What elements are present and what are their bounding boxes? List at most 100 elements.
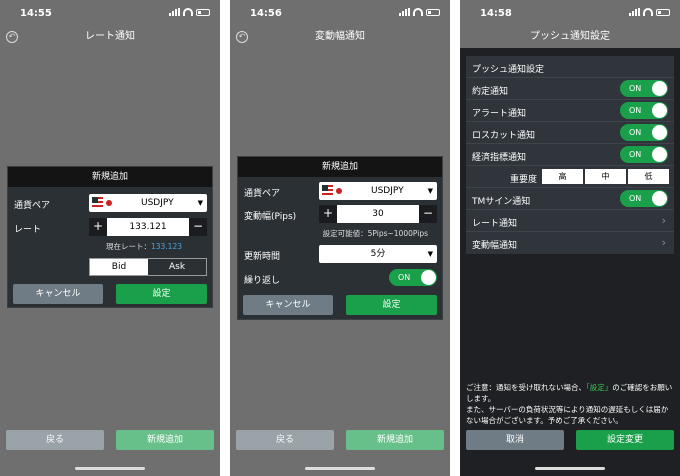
range-alert-link[interactable]: 変動幅通知 › [466, 232, 674, 254]
bid-option[interactable]: Bid [90, 259, 148, 275]
execution-notice-toggle[interactable]: ON [620, 80, 668, 97]
status-bar: 14:58 [460, 0, 680, 26]
note-prefix: ご注意：通知を受け取れない場合、 [466, 383, 586, 392]
wifi-icon [643, 8, 653, 16]
status-bar: 14:56 [230, 0, 450, 26]
plus-button[interactable]: + [319, 205, 337, 223]
status-time: 14:55 [20, 8, 52, 19]
toggle-state: ON [398, 273, 411, 282]
settings-link[interactable]: 「設定」 [586, 383, 612, 392]
chevron-right-icon: › [661, 236, 666, 249]
add-new-button[interactable]: 新規追加 [346, 430, 444, 450]
chevron-down-icon: ▼ [427, 187, 433, 195]
nav-bar: ↶ レート通知 [0, 26, 220, 48]
interval-value: 5分 [370, 249, 386, 259]
chevron-down-icon: ▼ [427, 250, 433, 258]
back-icon[interactable]: ↶ [6, 31, 18, 43]
battery-icon [196, 8, 210, 16]
toggle-state: ON [629, 106, 642, 115]
range-input[interactable]: 30 [337, 205, 419, 223]
tm-sign-toggle[interactable]: ON [620, 190, 668, 207]
rate-input[interactable]: 133.121 [107, 218, 189, 236]
add-new-button[interactable]: 新規追加 [116, 430, 214, 450]
alert-notice-label: アラート通知 [472, 109, 527, 119]
home-indicator [305, 467, 375, 470]
dialog-title: 新規追加 [8, 167, 212, 187]
confirm-button[interactable]: 設定 [116, 284, 207, 304]
save-settings-button[interactable]: 設定変更 [576, 430, 674, 450]
rate-alert-link[interactable]: レート通知 › [466, 210, 674, 232]
economic-notice-toggle[interactable]: ON [620, 146, 668, 163]
toggle-state: ON [629, 128, 642, 137]
alert-notice-toggle[interactable]: ON [620, 102, 668, 119]
current-rate-value: 133.123 [150, 242, 182, 251]
losscut-notice-label: ロスカット通知 [472, 131, 536, 141]
back-button[interactable]: 戻る [236, 430, 334, 450]
pair-value: USDJPY [371, 186, 404, 196]
priority-selector: 高 中 低 [542, 169, 669, 184]
status-time: 14:58 [480, 8, 512, 19]
pair-label: 通貨ペア [244, 189, 281, 199]
screen-range-alert: 14:56 ↶ 変動幅通知 新規追加 通貨ペア USDJPY ▼ 変動幅(Pip… [230, 0, 450, 476]
chevron-right-icon: › [661, 214, 666, 227]
dialog-title: 新規追加 [238, 157, 442, 177]
ask-option[interactable]: Ask [148, 259, 206, 275]
section-title: プッシュ通知設定 [472, 65, 545, 75]
rate-label: レート [14, 225, 42, 235]
status-bar: 14:55 [0, 0, 220, 26]
notice-text: ご注意：通知を受け取れない場合、「設定」のご確認をお願いします。 また、サーバー… [466, 382, 674, 426]
repeat-toggle[interactable]: ON [389, 269, 437, 286]
priority-label: 重要度 [510, 175, 538, 185]
pair-select[interactable]: USDJPY ▼ [319, 182, 437, 200]
priority-mid[interactable]: 中 [585, 169, 626, 184]
repeat-label: 繰り返し [244, 276, 281, 286]
interval-select[interactable]: 5分 ▼ [319, 245, 437, 263]
signal-icon [399, 8, 410, 16]
losscut-notice-toggle[interactable]: ON [620, 124, 668, 141]
pair-select[interactable]: USDJPY ▼ [89, 194, 207, 212]
page-title: 変動幅通知 [315, 31, 365, 42]
pair-value: USDJPY [141, 198, 174, 208]
confirm-button[interactable]: 設定 [346, 295, 437, 315]
page-title: プッシュ通知設定 [530, 31, 610, 42]
minus-button[interactable]: − [419, 205, 437, 223]
minus-button[interactable]: − [189, 218, 207, 236]
current-rate-label: 現在レート： [105, 242, 151, 251]
back-icon[interactable]: ↶ [236, 31, 248, 43]
push-settings-panel: プッシュ通知設定 約定通知 ON アラート通知 ON ロスカット通知 ON 経済指標通… [466, 56, 674, 254]
status-time: 14:56 [250, 8, 282, 19]
range-hint: 設定可能値：5Pips~1000Pips [322, 229, 428, 238]
signal-icon [629, 8, 640, 16]
note-line2: また、サーバーの負荷状況等により通知の遅延もしくは届かない場合がございます。予め… [466, 405, 669, 425]
home-indicator [535, 467, 605, 470]
rate-alert-link-label: レート通知 [472, 219, 518, 229]
screen-rate-alert: 14:55 ↶ レート通知 新規追加 通貨ペア USDJPY ▼ レート + 1… [0, 0, 220, 476]
toggle-state: ON [629, 194, 642, 203]
screen-push-settings: 14:58 プッシュ通知設定 プッシュ通知設定 約定通知 ON アラート通知 ON … [460, 0, 680, 476]
cancel-button[interactable]: 取消 [466, 430, 564, 450]
wifi-icon [413, 8, 423, 16]
priority-high[interactable]: 高 [542, 169, 583, 184]
current-rate: 現在レート：133.123 [14, 241, 206, 253]
economic-notice-label: 経済指標通知 [472, 153, 527, 163]
interval-label: 更新時間 [244, 252, 281, 262]
range-label: 変動幅(Pips) [244, 212, 297, 222]
cancel-button[interactable]: キャンセル [13, 284, 103, 304]
tm-sign-label: TMサイン通知 [472, 197, 531, 207]
new-alert-dialog: 新規追加 通貨ペア USDJPY ▼ レート + 133.121 − 現在レート… [7, 166, 213, 308]
plus-button[interactable]: + [89, 218, 107, 236]
battery-icon [426, 8, 440, 16]
new-alert-dialog: 新規追加 通貨ペア USDJPY ▼ 変動幅(Pips) + 30 − 設定可能… [237, 156, 443, 320]
home-indicator [75, 467, 145, 470]
pair-label: 通貨ペア [14, 201, 51, 211]
chevron-down-icon: ▼ [197, 199, 203, 207]
execution-notice-label: 約定通知 [472, 87, 509, 97]
usjp-flag-icon [92, 197, 114, 209]
back-button[interactable]: 戻る [6, 430, 104, 450]
toggle-state: ON [629, 84, 642, 93]
toggle-state: ON [629, 150, 642, 159]
nav-bar: プッシュ通知設定 [460, 26, 680, 48]
cancel-button[interactable]: キャンセル [243, 295, 333, 315]
range-stepper: + 30 − [319, 205, 437, 223]
priority-low[interactable]: 低 [628, 169, 669, 184]
